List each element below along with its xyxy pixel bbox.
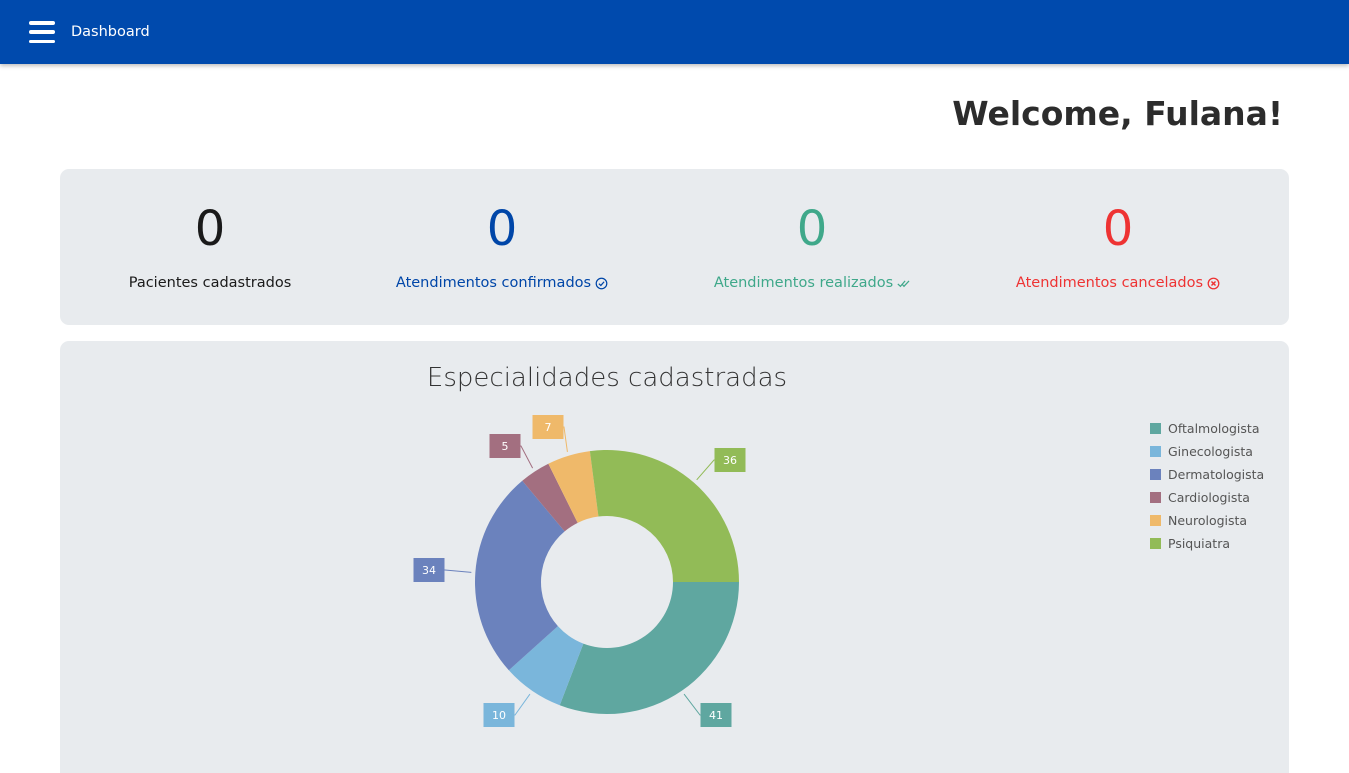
legend-item[interactable]: Dermatologista [1150,463,1264,486]
legend-item[interactable]: Neurologista [1150,509,1264,532]
stat-label: Atendimentos realizados [713,275,894,291]
legend-item[interactable]: Psiquiatra [1150,532,1264,555]
app-bar-title: Dashboard [71,24,150,40]
data-label: 34 [422,564,436,577]
stat-label: Pacientes cadastrados [128,275,292,291]
stat-value: 0 [796,201,828,257]
stat-value: 0 [486,201,518,257]
legend-swatch [1150,469,1161,480]
legend-item[interactable]: Ginecologista [1150,440,1264,463]
stat-label-wrap: Atendimentos realizados [662,275,962,291]
legend-label: Cardiologista [1168,490,1250,505]
donut-slice-oftalmologista[interactable] [559,582,739,714]
data-label: 7 [545,421,552,434]
legend-swatch [1150,423,1161,434]
data-label: 36 [723,454,737,467]
data-label: 5 [502,440,509,453]
top-app-bar: Dashboard [0,0,1349,64]
stat-value: 0 [194,201,226,257]
legend-item[interactable]: Cardiologista [1150,486,1264,509]
legend-label: Neurologista [1168,513,1248,528]
data-label: 41 [709,709,723,722]
stat-label-wrap: Pacientes cadastrados [60,275,360,291]
x-circle-icon [1207,277,1220,289]
stat-value: 0 [1102,201,1134,257]
legend-label: Oftalmologista [1168,421,1260,436]
stats-panel: 0 Pacientes cadastrados 0 Atendimentos c… [60,169,1289,325]
chart-panel: Especialidades cadastradas 41 10 34 5 7 36 Of… [60,341,1289,773]
data-label: 10 [492,709,506,722]
legend-swatch [1150,446,1161,457]
legend-label: Psiquiatra [1168,536,1230,551]
check-circle-icon [595,277,608,289]
stat-label-wrap: Atendimentos confirmados [352,275,652,291]
stat-label: Atendimentos confirmados [395,275,592,291]
legend-swatch [1150,538,1161,549]
chart-legend: Oftalmologista Ginecologista Dermatologist… [1150,417,1264,555]
legend-swatch [1150,515,1161,526]
stat-label-wrap: Atendimentos cancelados [968,275,1268,291]
stat-label: Atendimentos cancelados [1015,275,1204,291]
legend-swatch [1150,492,1161,503]
legend-item[interactable]: Oftalmologista [1150,417,1264,440]
legend-label: Ginecologista [1168,444,1253,459]
donut-chart: 41 10 34 5 7 36 [413,415,746,727]
double-check-icon [897,279,910,287]
welcome-heading: Welcome, Fulana! [952,94,1283,133]
hamburger-menu-icon[interactable] [29,21,55,43]
legend-label: Dermatologista [1168,467,1265,482]
